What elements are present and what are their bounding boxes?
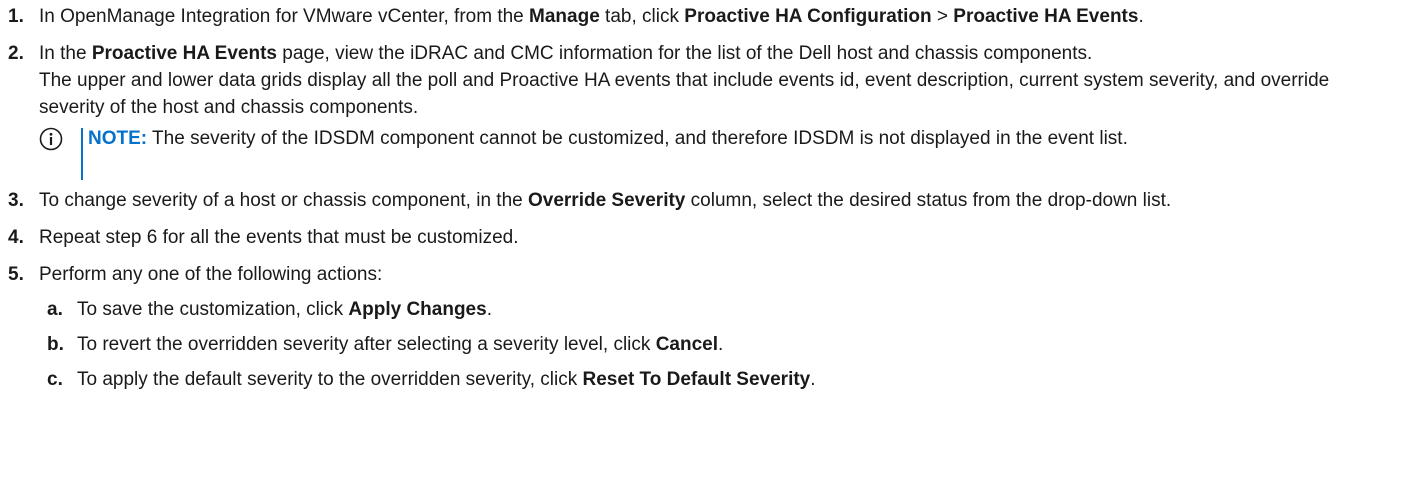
substep-letter: b.	[47, 334, 64, 355]
bold-run: Override Severity	[528, 190, 686, 211]
procedure-steps: 1. In OpenManage Integration for VMware …	[0, 3, 1400, 393]
step-text: Repeat step 6 for all the events that mu…	[39, 224, 1400, 251]
text-run: .	[718, 334, 724, 355]
note-content: The severity of the IDSDM component cann…	[147, 128, 1128, 149]
text-run: .	[810, 369, 816, 390]
step-5: 5. Perform any one of the following acti…	[0, 261, 1400, 393]
step-2: 2. In the Proactive HA Events page, view…	[0, 40, 1400, 180]
text-run: In the	[39, 43, 92, 64]
step-body: The upper and lower data grids display a…	[39, 70, 1330, 118]
bold-run: Proactive HA Configuration	[684, 6, 932, 27]
bold-run: Cancel	[655, 334, 718, 355]
note-block: NOTE: The severity of the IDSDM componen…	[39, 125, 1400, 180]
step-text: In OpenManage Integration for VMware vCe…	[39, 3, 1400, 30]
step-4: 4. Repeat step 6 for all the events that…	[0, 224, 1400, 251]
substep-b: b. To revert the overridden severity aft…	[39, 331, 1400, 358]
step-number: 4.	[8, 227, 24, 248]
bold-run: Proactive HA Events	[953, 6, 1139, 27]
text-run: In OpenManage Integration for VMware vCe…	[39, 6, 530, 27]
note-accent-bar	[81, 128, 83, 180]
text-run: Perform any one of the following actions…	[39, 264, 383, 285]
text-run: To apply the default severity to the ove…	[77, 369, 583, 390]
text-run: page, view the iDRAC and CMC information…	[276, 43, 1093, 64]
step-text: In the Proactive HA Events page, view th…	[39, 40, 1400, 67]
step-number: 1.	[8, 6, 24, 27]
note-label: NOTE:	[88, 128, 148, 149]
text-run: .	[1138, 6, 1144, 27]
substep-letter: c.	[47, 369, 63, 390]
text-run: To save the customization, click	[77, 299, 349, 320]
bold-run: Apply Changes	[348, 299, 487, 320]
text-run: To revert the overridden severity after …	[77, 334, 656, 355]
text-run: tab, click	[599, 6, 685, 27]
document-page: 1. In OpenManage Integration for VMware …	[0, 0, 1411, 498]
info-icon	[39, 127, 63, 151]
bold-run: Manage	[529, 6, 600, 27]
step-text: Perform any one of the following actions…	[39, 261, 1400, 288]
text-run: Repeat step 6 for all the events that mu…	[39, 227, 519, 248]
text-run: column, select the desired status from t…	[685, 190, 1172, 211]
text-run: To change severity of a host or chassis …	[39, 190, 528, 211]
text-run: >	[931, 6, 954, 27]
step-number: 2.	[8, 43, 24, 64]
bold-run: Reset To Default Severity	[582, 369, 811, 390]
substep-a: a. To save the customization, click Appl…	[39, 296, 1400, 323]
step-number: 5.	[8, 264, 24, 285]
substeps: a. To save the customization, click Appl…	[39, 296, 1400, 393]
text-run: .	[486, 299, 492, 320]
step-1: 1. In OpenManage Integration for VMware …	[0, 3, 1400, 30]
step-number: 3.	[8, 190, 24, 211]
substep-letter: a.	[47, 299, 63, 320]
step-3: 3. To change severity of a host or chass…	[0, 187, 1400, 214]
substep-c: c. To apply the default severity to the …	[39, 366, 1400, 393]
bold-run: Proactive HA Events	[91, 43, 277, 64]
note-text: NOTE: The severity of the IDSDM componen…	[81, 125, 1400, 152]
step-text: To change severity of a host or chassis …	[39, 187, 1400, 214]
